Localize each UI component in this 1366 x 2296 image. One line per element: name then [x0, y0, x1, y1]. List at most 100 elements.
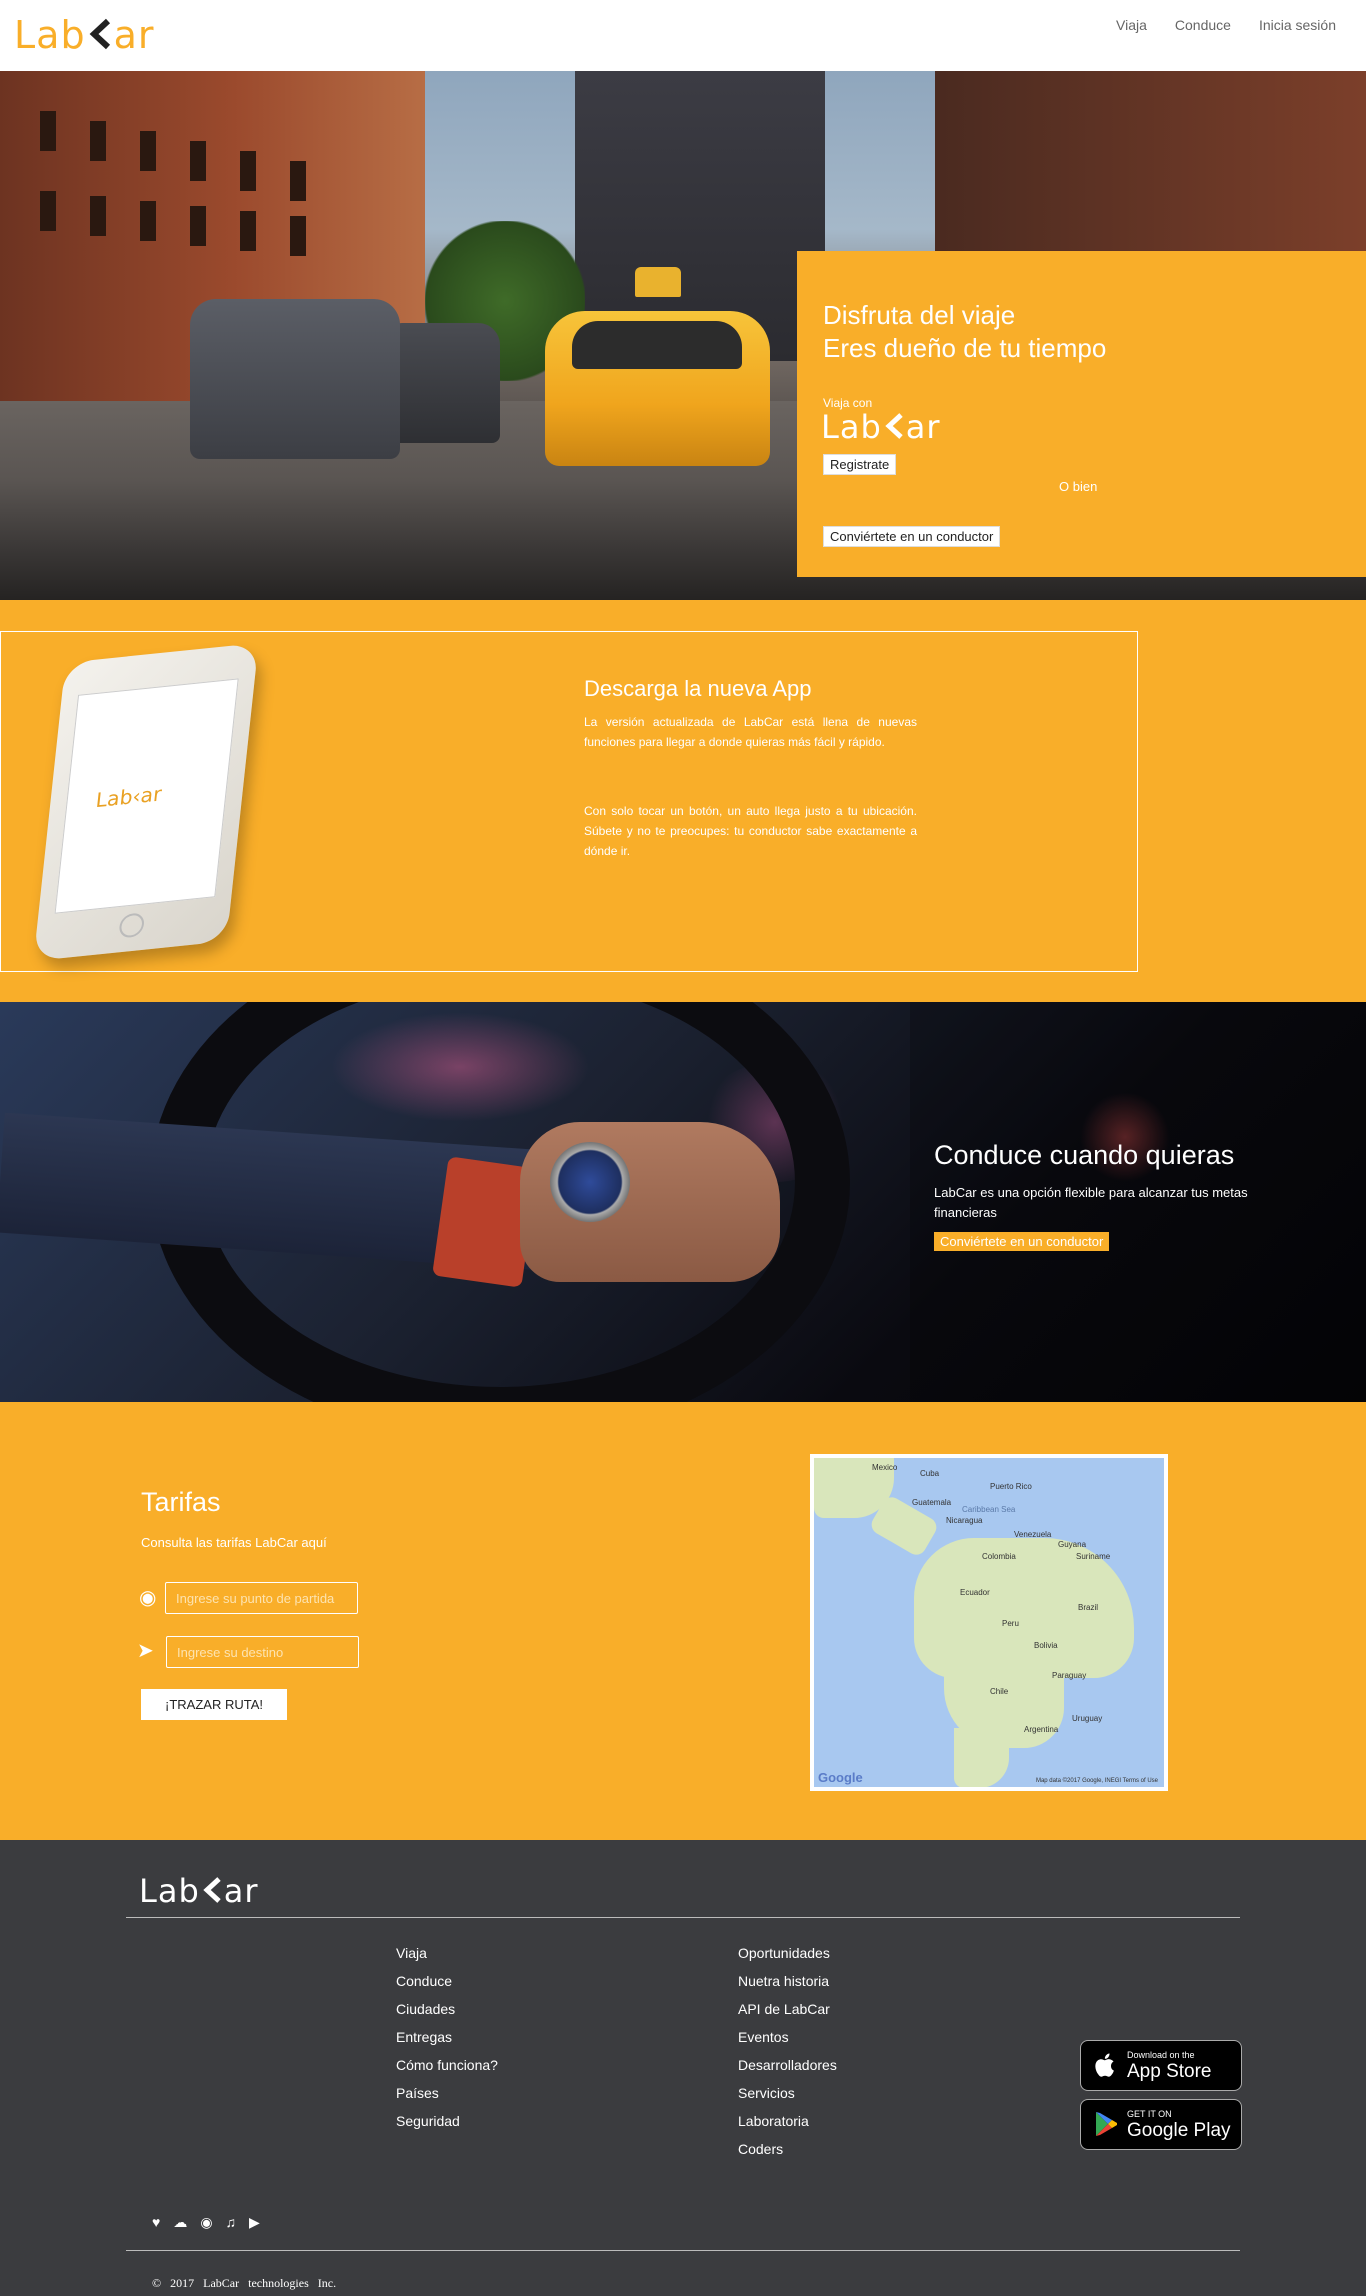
footer-link[interactable]: Servicios	[738, 2084, 837, 2112]
google-logo: Google	[818, 1770, 863, 1785]
hero-logo-start: Lab	[821, 408, 882, 446]
hero-logo: Lab ar	[821, 408, 941, 446]
google-play-button[interactable]: GET IT ON Google Play	[1080, 2099, 1242, 2150]
map-label: Bolivia	[1034, 1641, 1058, 1650]
app-paragraph-1: La versión actualizada de LabCar está ll…	[584, 715, 917, 749]
footer-link[interactable]: Desarrolladores	[738, 2056, 837, 2084]
footer-link[interactable]: Eventos	[738, 2028, 837, 2056]
map-label: Cuba	[920, 1469, 940, 1478]
footer-divider-bottom	[126, 2250, 1240, 2251]
register-button[interactable]: Registrate	[823, 454, 897, 475]
map-label: Puerto Rico	[990, 1482, 1032, 1491]
footer-logo-chevron-icon	[203, 1877, 221, 1903]
drive-become-driver-button[interactable]: Conviértete en un conductor	[934, 1232, 1110, 1251]
copyright-text: 2017 LabCar technologies Inc.	[170, 2276, 337, 2290]
driver-watch	[550, 1142, 630, 1222]
map-label: Caribbean Sea	[962, 1505, 1016, 1514]
appstore-big-text: App Store	[1127, 2061, 1212, 2082]
footer-column-2: Oportunidades Nuetra historia API de Lab…	[738, 1944, 837, 2168]
map-label: Guatemala	[912, 1498, 952, 1507]
logo-text-end: ar	[113, 13, 155, 57]
top-navbar: Lab ar Viaja Conduce Inicia sesión	[0, 0, 1366, 71]
gplay-big-text: Google Play	[1127, 2120, 1231, 2141]
hero-logo-chevron-icon	[885, 413, 903, 439]
brand-logo[interactable]: Lab ar	[14, 12, 155, 58]
nav-link-login[interactable]: Inicia sesión	[1259, 17, 1336, 33]
destination-send-icon: ➤	[137, 1640, 154, 1662]
footer-link[interactable]: Nuetra historia	[738, 1972, 837, 2000]
copyright: © 2017 LabCar technologies Inc.	[152, 2276, 336, 2291]
nav-link-viaja[interactable]: Viaja	[1116, 17, 1147, 33]
phone-home-button	[118, 912, 146, 939]
footer-link[interactable]: Entregas	[396, 2028, 498, 2056]
footer-logo-start: Lab	[139, 1872, 200, 1910]
heart-icon[interactable]: ♥	[152, 2214, 160, 2231]
footer-link[interactable]: API de LabCar	[738, 2000, 837, 2028]
hero-title-line2: Eres dueño de tu tiempo	[823, 333, 1107, 363]
map-label: Guyana	[1058, 1540, 1087, 1549]
phone-screen: Lab‹ar	[54, 678, 239, 914]
footer-column-1: Viaja Conduce Ciudades Entregas Cómo fun…	[396, 1944, 498, 2140]
phone-logo: Lab‹ar	[94, 781, 163, 813]
map-label: Venezuela	[1014, 1530, 1052, 1539]
footer-divider-top	[126, 1917, 1240, 1918]
hero-become-driver-button[interactable]: Conviértete en un conductor	[823, 526, 1001, 547]
hero-car-suv	[190, 299, 400, 459]
hero-or-label: O bien	[1059, 479, 1098, 494]
footer-logo-end: ar	[223, 1872, 259, 1910]
footer-link[interactable]: Coders	[738, 2140, 837, 2168]
hero-title: Disfruta del viaje Eres dueño de tu tiem…	[823, 299, 1106, 365]
nav-links: Viaja Conduce Inicia sesión	[1116, 17, 1336, 33]
map-label: Uruguay	[1072, 1714, 1103, 1723]
tarifas-section: Tarifas Consulta las tarifas LabCar aquí…	[0, 1402, 1366, 1840]
apple-icon	[1095, 2053, 1114, 2077]
drive-section: Conduce cuando quieras LabCar es una opc…	[0, 1002, 1366, 1402]
trace-route-button[interactable]: ¡TRAZAR RUTA!	[141, 1689, 287, 1720]
hero-title-line1: Disfruta del viaje	[823, 300, 1016, 330]
footer-link[interactable]: Oportunidades	[738, 1944, 837, 1972]
map-label: Colombia	[982, 1552, 1016, 1561]
drive-text: LabCar es una opción flexible para alcan…	[934, 1185, 1248, 1220]
cloud-icon[interactable]: ☁	[173, 2214, 187, 2231]
google-play-icon	[1096, 2112, 1117, 2136]
music-icon[interactable]: ♫	[226, 2214, 237, 2231]
route-map[interactable]: Mexico Cuba Puerto Rico Caribbean Sea Gu…	[810, 1454, 1168, 1791]
tarifas-subtitle: Consulta las tarifas LabCar aquí	[141, 1535, 327, 1550]
logo-chevron-icon	[89, 18, 110, 50]
footer-logo[interactable]: Lab ar	[139, 1872, 259, 1910]
footer-link[interactable]: Laboratoria	[738, 2112, 837, 2140]
app-box: Lab‹ar Descarga la nueva App La versión …	[0, 631, 1138, 972]
app-paragraph-2: Con solo tocar un botón, un auto llega j…	[584, 804, 917, 858]
map-label: Ecuador	[960, 1588, 990, 1597]
map-terms[interactable]: Map data ©2017 Google, INEGI Terms of Us…	[1036, 1778, 1158, 1784]
map-label: Mexico	[872, 1463, 898, 1472]
map-land-south-america-south	[954, 1728, 1009, 1787]
social-links: ♥ ☁ ◉ ♫ ▶	[152, 2214, 260, 2231]
footer-link[interactable]: Viaja	[396, 1944, 498, 1972]
app-store-button[interactable]: Download on the App Store	[1080, 2040, 1242, 2091]
play-icon[interactable]: ▶	[249, 2214, 260, 2231]
hero-logo-end: ar	[905, 408, 941, 446]
map-label: Brazil	[1078, 1603, 1099, 1612]
hero-section: Disfruta del viaje Eres dueño de tu tiem…	[0, 71, 1366, 600]
drive-title: Conduce cuando quieras	[934, 1140, 1235, 1170]
origin-radio-icon: ◉	[139, 1587, 157, 1609]
footer-link[interactable]: Cómo funciona?	[396, 2056, 498, 2084]
map-label: Nicaragua	[946, 1516, 983, 1525]
phone-image: Lab‹ar	[33, 642, 259, 962]
copyright-icon: ©	[152, 2276, 162, 2290]
taxi-roof-sign	[635, 267, 681, 297]
map-label: Chile	[990, 1687, 1009, 1696]
hero-panel: Disfruta del viaje Eres dueño de tu tiem…	[797, 251, 1366, 577]
map-label: Peru	[1002, 1619, 1019, 1628]
appstore-small-text: Download on the	[1127, 2050, 1195, 2060]
nav-link-conduce[interactable]: Conduce	[1175, 17, 1231, 33]
camera-icon[interactable]: ◉	[200, 2214, 212, 2231]
footer-link[interactable]: Países	[396, 2084, 498, 2112]
footer-link[interactable]: Seguridad	[396, 2112, 498, 2140]
origin-input[interactable]	[165, 1582, 358, 1614]
destination-input[interactable]	[166, 1636, 359, 1668]
footer-link[interactable]: Ciudades	[396, 2000, 498, 2028]
footer-link[interactable]: Conduce	[396, 1972, 498, 2000]
map-label: Suriname	[1076, 1552, 1111, 1561]
